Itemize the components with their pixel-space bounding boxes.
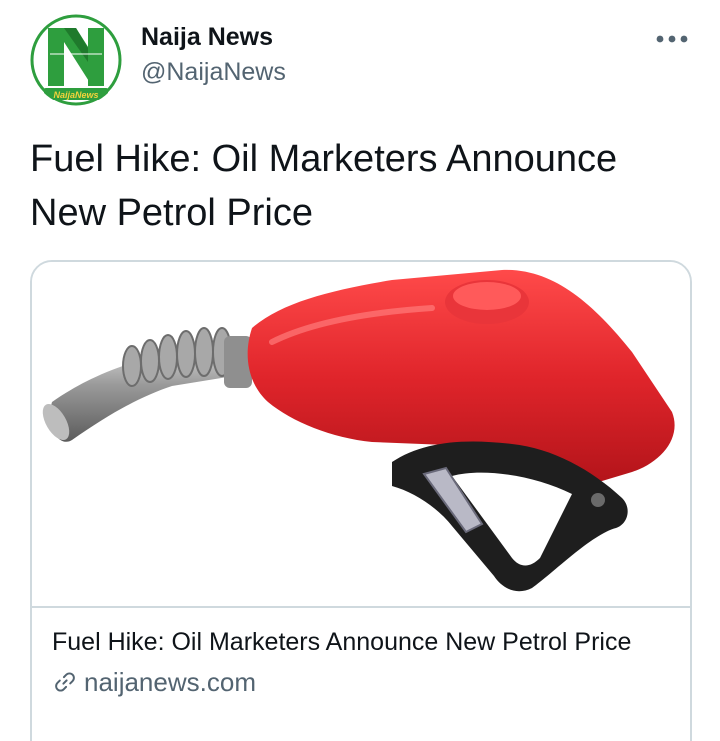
tweet-text: Fuel Hike: Oil Marketers Announce New Pe… bbox=[30, 138, 618, 234]
author-handle[interactable]: @NaijaNews bbox=[141, 54, 286, 90]
ellipsis-horizontal-icon bbox=[656, 35, 688, 43]
link-icon bbox=[55, 672, 75, 692]
author-block: Naija News @NaijaNews bbox=[141, 20, 286, 90]
link-preview-card[interactable]: Fuel Hike: Oil Marketers Announce New Pe… bbox=[30, 260, 692, 741]
card-domain: naijanews.com bbox=[84, 667, 256, 697]
author-display-name[interactable]: Naija News bbox=[141, 20, 286, 54]
card-image bbox=[32, 262, 690, 608]
tweet: NaijaNews Naija News @NaijaNews Fuel Hik… bbox=[0, 0, 720, 741]
card-title: Fuel Hike: Oil Marketers Announce New Pe… bbox=[52, 628, 632, 656]
fuel-nozzle-image bbox=[42, 269, 675, 592]
more-options-button[interactable] bbox=[652, 24, 692, 54]
naija-news-logo-icon: NaijaNews bbox=[30, 14, 122, 106]
card-body: Fuel Hike: Oil Marketers Announce New Pe… bbox=[52, 624, 672, 700]
card-domain-row: naijanews.com bbox=[52, 664, 672, 700]
avatar[interactable]: NaijaNews bbox=[30, 14, 122, 106]
svg-text:NaijaNews: NaijaNews bbox=[53, 90, 98, 100]
